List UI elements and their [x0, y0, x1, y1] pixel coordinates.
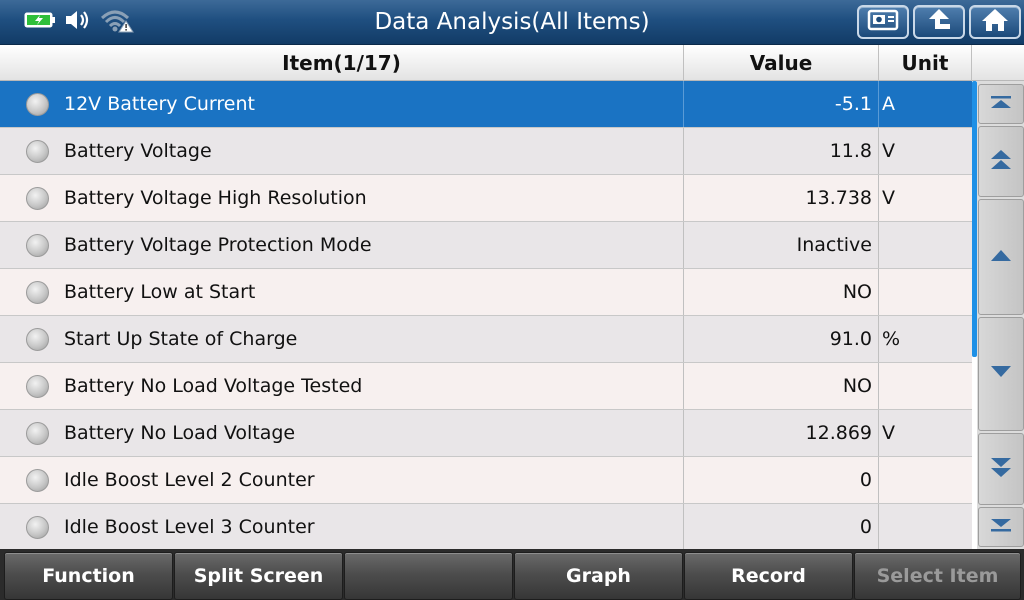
scrollbar-thumb[interactable]	[972, 81, 977, 357]
item-name: Start Up State of Charge	[64, 328, 298, 350]
page-up-button[interactable]	[978, 126, 1024, 197]
item-name: Battery Voltage Protection Mode	[64, 234, 372, 256]
unit-cell: %	[882, 328, 901, 350]
value-cell: NO	[684, 269, 879, 315]
item-name: Battery No Load Voltage Tested	[64, 375, 363, 397]
column-header-spacer	[972, 45, 1024, 81]
value-cell: 11.8	[684, 128, 879, 174]
value-cell: 13.738	[684, 175, 879, 221]
bottom-toolbar: Function Split Screen Graph Record Select It…	[0, 549, 1024, 600]
line-down-button[interactable]	[978, 317, 1024, 431]
radio-icon[interactable]	[26, 375, 49, 398]
item-name: Battery Voltage High Resolution	[64, 187, 367, 209]
radio-icon[interactable]	[26, 234, 49, 257]
radio-icon[interactable]	[26, 516, 49, 539]
home-icon	[980, 7, 1010, 37]
item-cell[interactable]: 12V Battery Current	[0, 81, 684, 127]
data-list: 12V Battery Current -5.1 A Battery Voltage 1…	[0, 81, 972, 551]
value-cell: 12.869	[684, 410, 879, 456]
radio-icon[interactable]	[26, 328, 49, 351]
line-up-button[interactable]	[978, 199, 1024, 315]
page-down-button[interactable]	[978, 433, 1024, 505]
scroll-top-button[interactable]	[978, 84, 1024, 124]
column-header-value: Value	[684, 45, 879, 81]
item-cell[interactable]: Battery Voltage High Resolution	[0, 175, 684, 221]
column-header-item: Item(1/17)	[0, 45, 684, 81]
radio-icon[interactable]	[26, 93, 49, 116]
table-row[interactable]: Battery Low at Start NO	[0, 269, 972, 316]
title-bar: Data Analysis(All Items)	[0, 0, 1024, 45]
item-name: 12V Battery Current	[64, 93, 255, 115]
page-up-icon	[989, 148, 1013, 176]
back-icon	[924, 7, 954, 37]
radio-icon[interactable]	[26, 422, 49, 445]
scroll-panel	[972, 81, 1024, 549]
unit-cell	[879, 363, 972, 409]
value-cell: 0	[684, 504, 879, 550]
unit-cell	[879, 222, 972, 268]
item-cell[interactable]: Battery Voltage	[0, 128, 684, 174]
page-down-icon	[989, 455, 1013, 483]
radio-icon[interactable]	[26, 281, 49, 304]
item-name: Idle Boost Level 2 Counter	[64, 469, 315, 491]
line-up-icon	[989, 247, 1013, 267]
table-row[interactable]: Battery Voltage Protection Mode Inactive	[0, 222, 972, 269]
table-row[interactable]: Battery Voltage High Resolution 13.738 V	[0, 175, 972, 222]
unit-cell: V	[882, 187, 895, 209]
screenshot-button[interactable]	[857, 5, 909, 39]
scroll-bottom-button[interactable]	[978, 507, 1024, 547]
radio-icon[interactable]	[26, 187, 49, 210]
table-row[interactable]: Battery No Load Voltage 12.869 V	[0, 410, 972, 457]
item-name: Idle Boost Level 3 Counter	[64, 516, 315, 538]
unit-cell: V	[882, 422, 895, 444]
unit-cell	[879, 457, 972, 503]
screenshot-icon	[867, 8, 899, 36]
line-down-icon	[989, 364, 1013, 384]
item-cell[interactable]: Idle Boost Level 3 Counter	[0, 504, 684, 550]
unit-cell	[879, 504, 972, 550]
scroll-top-icon	[989, 94, 1013, 114]
item-name: Battery No Load Voltage	[64, 422, 296, 444]
function-button[interactable]: Function	[4, 552, 173, 600]
radio-icon[interactable]	[26, 469, 49, 492]
item-cell[interactable]: Start Up State of Charge	[0, 316, 684, 362]
table-row[interactable]: Battery No Load Voltage Tested NO	[0, 363, 972, 410]
item-name: Battery Low at Start	[64, 281, 256, 303]
value-cell: 91.0	[684, 316, 879, 362]
home-button[interactable]	[969, 5, 1021, 39]
value-cell: -5.1	[684, 81, 879, 127]
scroll-bottom-icon	[989, 517, 1013, 537]
table-row[interactable]: Idle Boost Level 3 Counter 0	[0, 504, 972, 551]
unit-cell: A	[882, 93, 895, 115]
value-cell: 0	[684, 457, 879, 503]
table-row[interactable]: Battery Voltage 11.8 V	[0, 128, 972, 175]
table-row[interactable]: Idle Boost Level 2 Counter 0	[0, 457, 972, 504]
table-row[interactable]: Start Up State of Charge 91.0%	[0, 316, 972, 363]
column-header-unit: Unit	[879, 45, 972, 81]
value-cell: NO	[684, 363, 879, 409]
unit-cell	[879, 269, 972, 315]
split-screen-button[interactable]: Split Screen	[174, 552, 343, 600]
radio-icon[interactable]	[26, 140, 49, 163]
item-cell[interactable]: Battery Voltage Protection Mode	[0, 222, 684, 268]
item-cell[interactable]: Battery No Load Voltage	[0, 410, 684, 456]
table-header: Item(1/17) Value Unit	[0, 45, 1024, 81]
unit-cell: V	[882, 140, 895, 162]
select-item-button[interactable]: Select Item	[854, 552, 1021, 600]
table-row[interactable]: 12V Battery Current -5.1 A	[0, 81, 972, 128]
blank-button[interactable]	[344, 552, 513, 600]
item-cell[interactable]: Battery Low at Start	[0, 269, 684, 315]
graph-button[interactable]: Graph	[514, 552, 683, 600]
value-cell: Inactive	[684, 222, 879, 268]
scrollbar-track[interactable]	[972, 81, 977, 549]
record-button[interactable]: Record	[684, 552, 853, 600]
back-button[interactable]	[913, 5, 965, 39]
item-cell[interactable]: Idle Boost Level 2 Counter	[0, 457, 684, 503]
item-cell[interactable]: Battery No Load Voltage Tested	[0, 363, 684, 409]
item-name: Battery Voltage	[64, 140, 212, 162]
